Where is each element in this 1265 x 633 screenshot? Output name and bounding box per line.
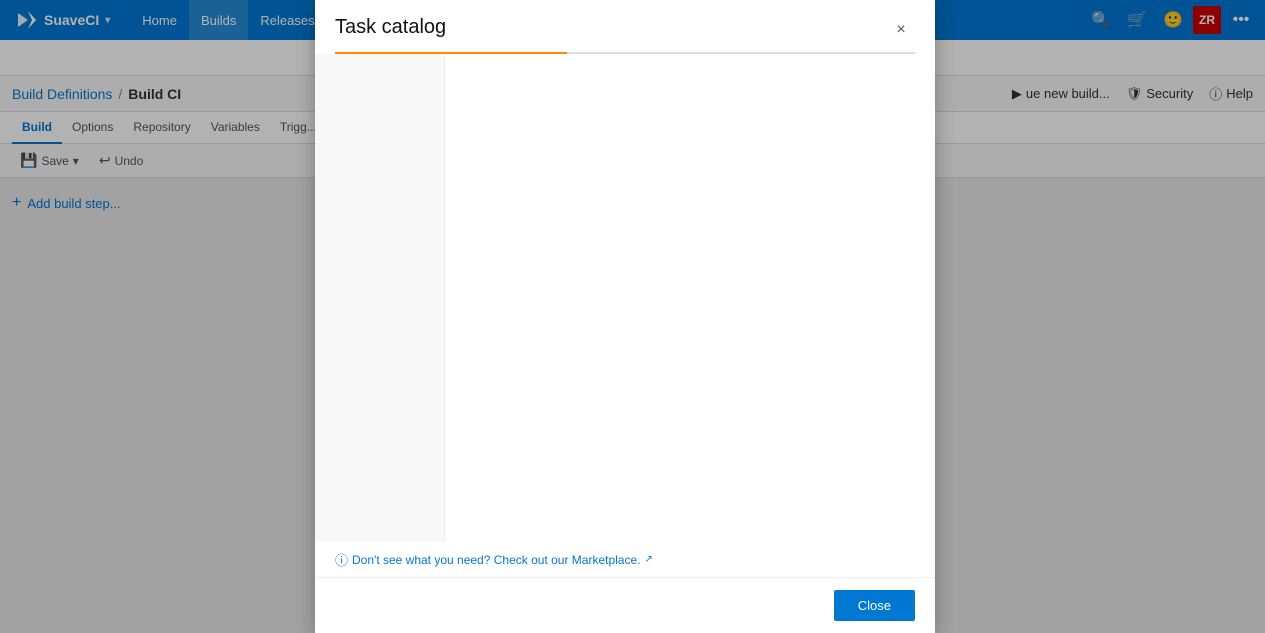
marketplace-text: Don't see what you need? Check out our M…	[352, 553, 640, 567]
task-catalog-dialog: Task catalog × ⓘ Don't see what you need…	[315, 0, 935, 633]
dialog-close-button[interactable]: ×	[887, 16, 915, 44]
dialog-header: Task catalog ×	[315, 0, 935, 44]
dialog-progress-bar	[335, 52, 915, 54]
dialog-footer: Close	[315, 577, 935, 633]
dialog-title: Task catalog	[335, 16, 446, 39]
modal-overlay: Task catalog × ⓘ Don't see what you need…	[0, 0, 1265, 633]
dialog-content	[445, 54, 935, 542]
external-link-icon: ↗	[644, 554, 652, 565]
marketplace-link[interactable]: ⓘ Don't see what you need? Check out our…	[315, 542, 935, 577]
info-icon: ⓘ	[335, 550, 348, 569]
dialog-close-btn[interactable]: Close	[834, 590, 915, 621]
progress-fill	[335, 52, 567, 54]
dialog-sidebar	[315, 54, 445, 542]
dialog-body	[315, 54, 935, 542]
